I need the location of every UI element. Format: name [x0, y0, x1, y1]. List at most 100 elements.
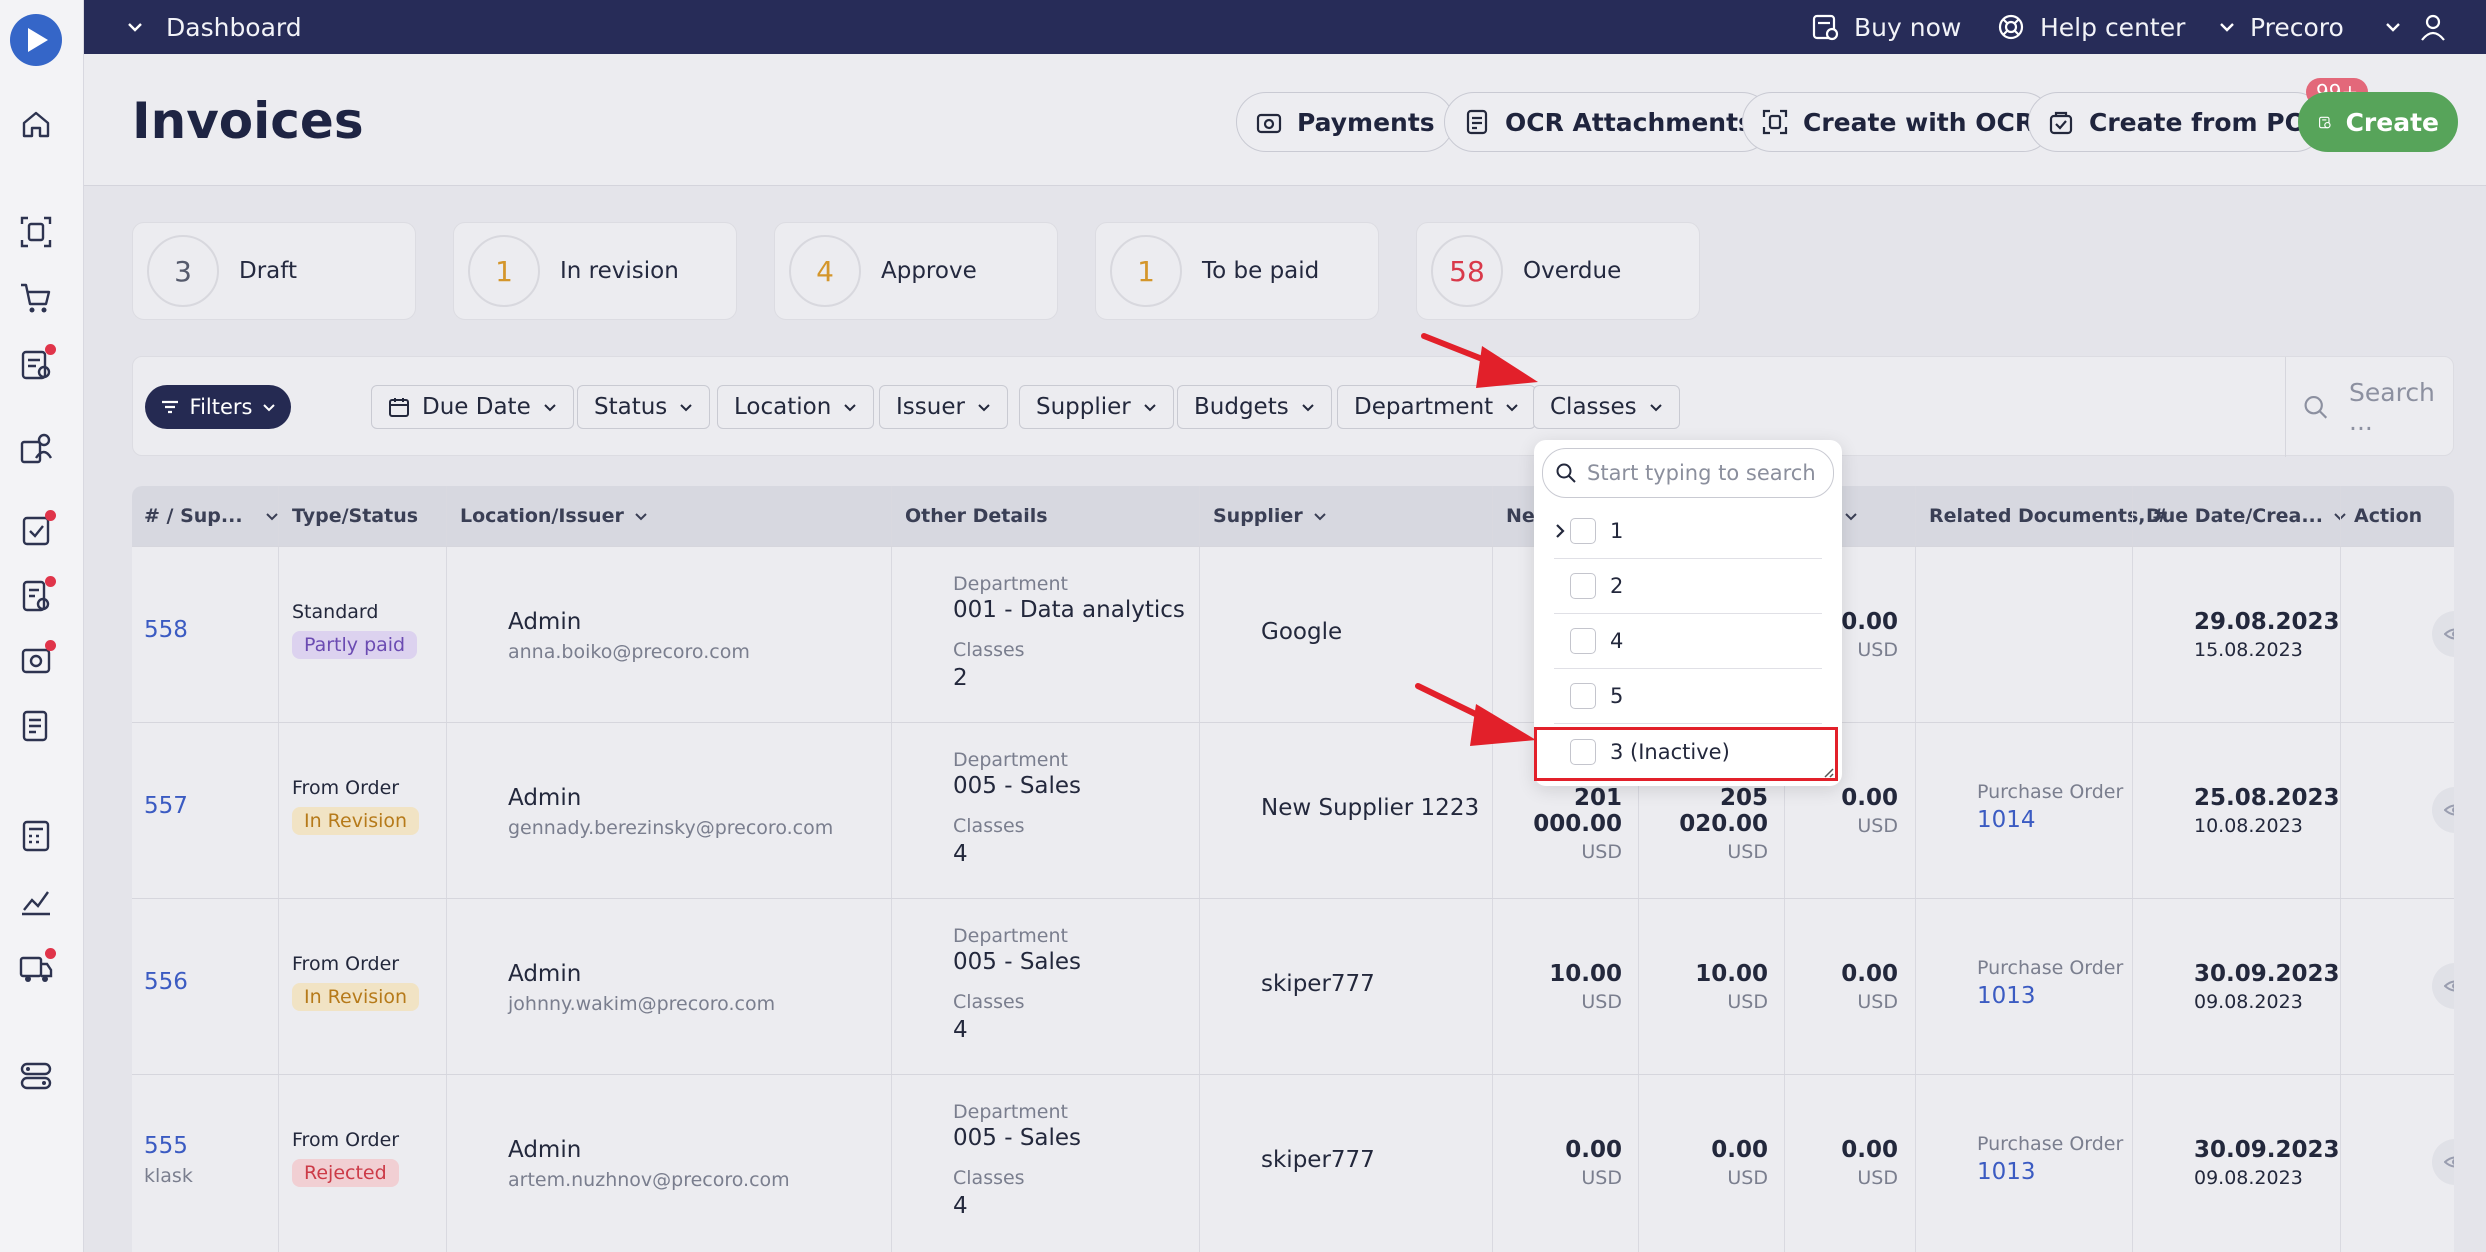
filter-due-date[interactable]: Due Date: [371, 385, 574, 429]
currency: USD: [1727, 1167, 1768, 1189]
filter-budgets[interactable]: Budgets: [1177, 385, 1332, 429]
view-button[interactable]: [2432, 1139, 2454, 1185]
view-button[interactable]: [2432, 611, 2454, 657]
buy-now-link[interactable]: Buy now: [1810, 0, 1961, 54]
filters-button[interactable]: Filters: [145, 385, 291, 429]
create-from-po-button[interactable]: Create from PO: [2028, 92, 2325, 152]
class-option-4[interactable]: 4: [1554, 614, 1822, 669]
col-sort-amount[interactable]: [1844, 486, 1858, 546]
classes-label: Classes: [953, 639, 1025, 661]
col-location[interactable]: Location/Issuer: [460, 486, 648, 546]
purchase-order-link[interactable]: 1013: [1977, 1159, 2123, 1185]
table-row[interactable]: 558 Standard Partly paid Admin anna.boik…: [132, 546, 2454, 722]
classes-value: 4: [953, 1193, 968, 1219]
create-with-ocr-button[interactable]: Create with OCR: [1742, 92, 2054, 152]
status-card-approve[interactable]: 4 Approve: [774, 222, 1058, 320]
filter-classes[interactable]: Classes: [1533, 385, 1680, 429]
other-details-cell: Department 005 - Sales Classes 4: [953, 925, 1081, 1043]
notification-dot: [45, 948, 56, 959]
user-menu[interactable]: [2384, 0, 2448, 54]
purchase-order-link[interactable]: 1013: [1977, 983, 2123, 1009]
status-card-overdue[interactable]: 58 Overdue: [1416, 222, 1700, 320]
main-content: Invoices Payments OCR Attachments Create…: [84, 54, 2486, 1252]
home-icon[interactable]: [18, 106, 54, 142]
table-row[interactable]: 557 From Order In Revision Admin gennady…: [132, 722, 2454, 898]
document-icon: [1466, 109, 1488, 135]
col-number[interactable]: # / Sup...: [144, 486, 279, 546]
issuer-email: anna.boiko@precoro.com: [508, 641, 750, 663]
suppliers-icon[interactable]: [18, 430, 54, 466]
sidebar: [0, 0, 84, 1252]
table-search[interactable]: Search ...: [2285, 357, 2455, 457]
due-date-cell: 25.08.2023 10.08.2023: [2194, 785, 2340, 837]
status-card-to-be-paid[interactable]: 1 To be paid: [1095, 222, 1379, 320]
related-documents-cell: Purchase Order 1013: [1977, 957, 2123, 1009]
budgets-icon[interactable]: [18, 818, 54, 854]
precoro-logo[interactable]: [10, 14, 62, 66]
class-checkbox[interactable]: [1570, 518, 1596, 544]
table-row[interactable]: 556 From Order In Revision Admin johnny.…: [132, 898, 2454, 1074]
delivery-icon[interactable]: [18, 948, 56, 986]
approvals-icon[interactable]: [18, 510, 56, 548]
ocr-attachments-button[interactable]: OCR Attachments: [1444, 92, 1772, 152]
requests-icon[interactable]: [18, 344, 56, 382]
supplier-name: New Supplier 1223: [1261, 795, 1480, 821]
bag-check-icon: [2049, 111, 2073, 135]
breadcrumb[interactable]: Dashboard: [126, 0, 302, 54]
invoice-number-link[interactable]: 556: [144, 969, 188, 995]
receipts-icon[interactable]: [18, 708, 54, 744]
class-checkbox[interactable]: [1570, 573, 1596, 599]
class-option-3-inactive[interactable]: 3 (Inactive): [1554, 724, 1822, 779]
created-date: 09.08.2023: [2194, 991, 2303, 1013]
filter-department[interactable]: Department: [1337, 385, 1537, 429]
amount-cell: 0.00 USD: [1784, 785, 1898, 837]
analytics-icon[interactable]: [18, 884, 54, 920]
due-date: 25.08.2023: [2194, 785, 2340, 811]
class-option-2[interactable]: 2: [1554, 559, 1822, 614]
class-checkbox[interactable]: [1570, 738, 1596, 765]
help-center-link[interactable]: Help center: [1996, 0, 2185, 54]
notification-dot: [45, 344, 56, 355]
invoice-number-link[interactable]: 558: [144, 617, 188, 643]
classes-search-input[interactable]: Start typing to search: [1542, 448, 1834, 498]
supplier-name: skiper777: [1261, 1147, 1375, 1173]
class-checkbox[interactable]: [1570, 628, 1596, 654]
chevron-right-icon[interactable]: [1552, 523, 1568, 539]
col-due-date[interactable]: Due Date/Crea...: [2146, 486, 2347, 546]
col-supplier-label: Supplier: [1213, 505, 1303, 527]
purchase-order-link[interactable]: 1014: [1977, 807, 2123, 833]
invoice-number-link[interactable]: 557: [144, 793, 188, 819]
amount-value: 10.00: [1549, 961, 1622, 987]
amount-value: 201 000.00: [1533, 785, 1622, 837]
status-card-draft[interactable]: 3 Draft: [132, 222, 416, 320]
create-button[interactable]: Create: [2298, 92, 2458, 152]
breadcrumb-dashboard[interactable]: Dashboard: [166, 13, 302, 42]
status-card-in-revision[interactable]: 1 In revision: [453, 222, 737, 320]
total-amount-cell: 0.00 USD: [1638, 1137, 1768, 1189]
due-date: 29.08.2023: [2194, 609, 2340, 635]
class-option-1[interactable]: 1: [1554, 504, 1822, 559]
view-button[interactable]: [2432, 963, 2454, 1009]
class-checkbox[interactable]: [1570, 683, 1596, 709]
company-switcher[interactable]: Precoro: [2218, 0, 2344, 54]
payments-button[interactable]: Payments: [1236, 92, 1454, 152]
col-supplier[interactable]: Supplier: [1213, 486, 1327, 546]
payments-icon[interactable]: [18, 640, 56, 678]
invoice-number-link[interactable]: 555: [144, 1133, 193, 1159]
view-button[interactable]: [2432, 787, 2454, 833]
filter-location[interactable]: Location: [717, 385, 875, 429]
table-row[interactable]: 555 klask From Order Rejected Admin arte…: [132, 1074, 2454, 1250]
related-documents-cell: Purchase Order 1013: [1977, 1133, 2123, 1185]
settings-toggle-icon[interactable]: [18, 1058, 54, 1094]
chevron-down-icon: [2220, 23, 2234, 32]
ocr-scan-icon[interactable]: [18, 214, 54, 250]
invoices-icon[interactable]: [18, 576, 56, 614]
cart-icon[interactable]: [18, 280, 54, 316]
chevron-down-icon: [1313, 513, 1326, 521]
filter-status[interactable]: Status: [577, 385, 711, 429]
filter-issuer[interactable]: Issuer: [879, 385, 1008, 429]
resize-handle-icon[interactable]: [1822, 766, 1834, 778]
class-option-5[interactable]: 5: [1554, 669, 1822, 724]
filter-supplier[interactable]: Supplier: [1019, 385, 1174, 429]
notification-dot: [45, 576, 56, 587]
